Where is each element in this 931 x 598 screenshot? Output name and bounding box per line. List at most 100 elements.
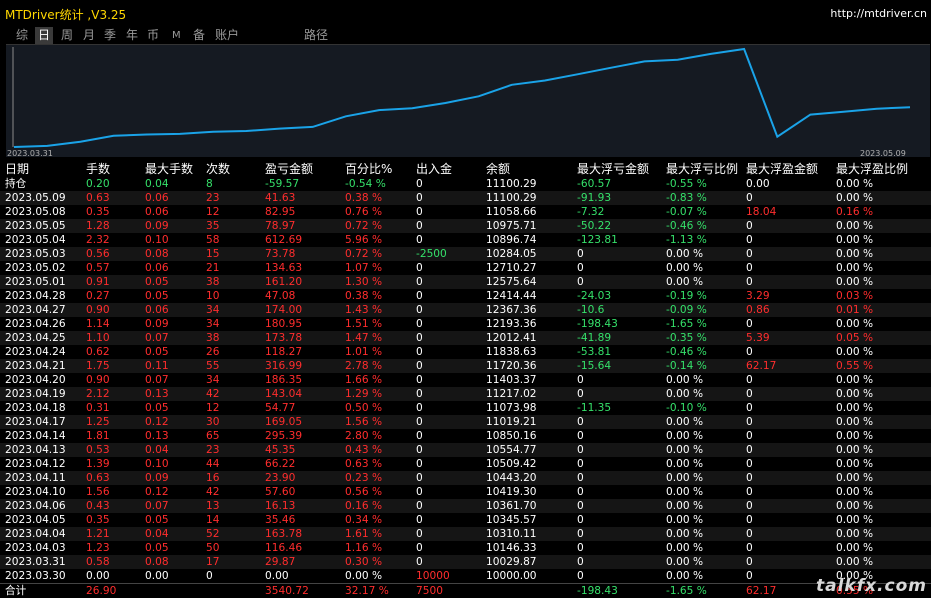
cell-max-float-loss: 0	[577, 556, 584, 568]
cell-max-lots: 0.09	[145, 318, 169, 330]
table-row: 2023.04.05 0.35 0.05 14 35.46 0.34 % 0 10345.57…	[0, 513, 931, 527]
tab-9[interactable]: 账户	[212, 27, 242, 44]
cell-count: 42	[206, 388, 220, 400]
cell-count: 8	[206, 178, 213, 190]
cell-max-float-profit-pct: 0.55 %	[836, 360, 874, 372]
tab-10[interactable]: 路径	[301, 27, 331, 44]
cell-lots: 0.20	[86, 178, 110, 190]
cell-pct: 1.30 %	[345, 276, 383, 288]
tab-4[interactable]: 季	[101, 27, 119, 44]
cell-pnl: 3540.72	[265, 585, 309, 597]
tab-6[interactable]: 币	[144, 27, 162, 44]
cell-max-float-profit: 18.04	[746, 206, 777, 218]
cell-max-float-profit: 5.39	[746, 332, 770, 344]
cell-max-lots: 0.05	[145, 402, 169, 414]
tab-2[interactable]: 周	[58, 27, 76, 44]
cell-flow: 0	[416, 402, 423, 414]
cell-lots: 1.81	[86, 430, 110, 442]
cell-count: 0	[206, 570, 213, 582]
table-row: 2023.05.05 1.28 0.09 35 78.97 0.72 % 0 10975.71…	[0, 219, 931, 233]
cell-max-float-profit-pct: 0.03 %	[836, 290, 874, 302]
cell-max-lots: 0.08	[145, 556, 169, 568]
cell-balance: 10146.33	[486, 542, 537, 554]
cell-max-float-profit: 0	[746, 192, 753, 204]
cell-flow: 7500	[416, 585, 443, 597]
cell-pnl: 45.35	[265, 444, 296, 456]
cell-count: 65	[206, 430, 220, 442]
cell-max-float-profit: 0	[746, 500, 753, 512]
cell-max-float-loss-pct: 0.00 %	[666, 514, 704, 526]
cell-max-float-profit: 0	[746, 472, 753, 484]
cell-max-lots: 0.05	[145, 542, 169, 554]
tab-5[interactable]: 年	[123, 27, 141, 44]
cell-flow: 0	[416, 514, 423, 526]
cell-count: 12	[206, 402, 220, 414]
cell-lots: 0.90	[86, 374, 110, 386]
table-row: 2023.03.31 0.58 0.08 17 29.87 0.30 % 0 10029.87…	[0, 555, 931, 569]
cell-max-lots: 0.13	[145, 430, 169, 442]
cell-max-float-loss: 0	[577, 500, 584, 512]
cell-max-float-loss: 0	[577, 374, 584, 386]
cell-balance: 11073.98	[486, 402, 537, 414]
cell-date: 持仓	[5, 178, 27, 190]
table-row: 2023.04.28 0.27 0.05 10 47.08 0.38 % 0 12414.44…	[0, 289, 931, 303]
cell-max-float-profit-pct: 0.00 %	[836, 220, 874, 232]
cell-count: 52	[206, 528, 220, 540]
cell-max-float-profit: 0	[746, 276, 753, 288]
cell-lots: 手数	[86, 162, 111, 176]
cell-balance: 余额	[486, 162, 511, 176]
cell-date: 2023.04.25	[5, 332, 66, 344]
cell-max-float-profit-pct: 0.00 %	[836, 472, 874, 484]
balance-chart	[6, 44, 930, 157]
cell-max-float-loss: 0	[577, 514, 584, 526]
cell-pnl: 73.78	[265, 248, 296, 260]
cell-balance: 11217.02	[486, 388, 537, 400]
table-row: 2023.05.01 0.91 0.05 38 161.20 1.30 % 0 12575.6…	[0, 275, 931, 289]
tab-8[interactable]: 备	[190, 27, 208, 44]
tab-1[interactable]: 日	[35, 27, 54, 44]
cell-count: 38	[206, 276, 220, 288]
cell-balance: 10029.87	[486, 556, 537, 568]
cell-pnl: 29.87	[265, 556, 296, 568]
cell-flow: 0	[416, 374, 423, 386]
cell-max-float-loss-pct: -0.55 %	[666, 178, 707, 190]
cell-max-lots: 0.04	[145, 444, 169, 456]
cell-pct: 1.47 %	[345, 332, 383, 344]
cell-lots: 0.91	[86, 276, 110, 288]
table-row: 2023.04.03 1.23 0.05 50 116.46 1.16 % 0 10146.3…	[0, 541, 931, 555]
cell-lots: 0.43	[86, 500, 110, 512]
cell-flow: 0	[416, 220, 423, 232]
table-row: 2023.04.11 0.63 0.09 16 23.90 0.23 % 0 10443.20…	[0, 471, 931, 485]
cell-max-float-profit: 0	[746, 248, 753, 260]
cell-max-float-loss: 0	[577, 248, 584, 260]
cell-max-float-profit-pct: 0.00 %	[836, 500, 874, 512]
cell-flow: 0	[416, 486, 423, 498]
cell-pnl: 316.99	[265, 360, 303, 372]
cell-max-lots: 0.12	[145, 416, 169, 428]
app-url-link[interactable]: http://mtdriver.cn	[830, 7, 927, 20]
chart-start-date: 2023.03.31	[7, 149, 53, 158]
cell-date: 2023.04.27	[5, 304, 66, 316]
tab-3[interactable]: 月	[80, 27, 98, 44]
tab-0[interactable]: 综	[13, 27, 31, 44]
cell-flow: 0	[416, 346, 423, 358]
cell-max-float-profit: 0	[746, 318, 753, 330]
cell-max-float-profit-pct: 0.01 %	[836, 304, 874, 316]
cell-date: 日期	[5, 162, 30, 176]
cell-pnl: 78.97	[265, 220, 296, 232]
tab-7[interactable]: M	[169, 27, 184, 44]
total-row: 合计 26.90 3540.72 32.17 % 7500 -198.43 -1.65 % 6…	[0, 583, 931, 598]
table-row: 2023.04.13 0.53 0.04 23 45.35 0.43 % 0 10554.77…	[0, 443, 931, 457]
cell-date: 2023.04.19	[5, 388, 66, 400]
cell-balance: 10443.20	[486, 472, 537, 484]
cell-pct: 0.63 %	[345, 458, 383, 470]
cell-max-float-profit: 62.17	[746, 360, 777, 372]
table-row: 2023.04.19 2.12 0.13 42 143.04 1.29 % 0 11217.0…	[0, 387, 931, 401]
table-row: 2023.04.24 0.62 0.05 26 118.27 1.01 % 0 11838.6…	[0, 345, 931, 359]
cell-count: 17	[206, 556, 220, 568]
cell-count: 12	[206, 206, 220, 218]
cell-pct: 2.78 %	[345, 360, 383, 372]
cell-date: 2023.04.21	[5, 360, 66, 372]
table-row: 2023.04.20 0.90 0.07 34 186.35 1.66 % 0 11403.3…	[0, 373, 931, 387]
cell-pct: 0.72 %	[345, 220, 383, 232]
